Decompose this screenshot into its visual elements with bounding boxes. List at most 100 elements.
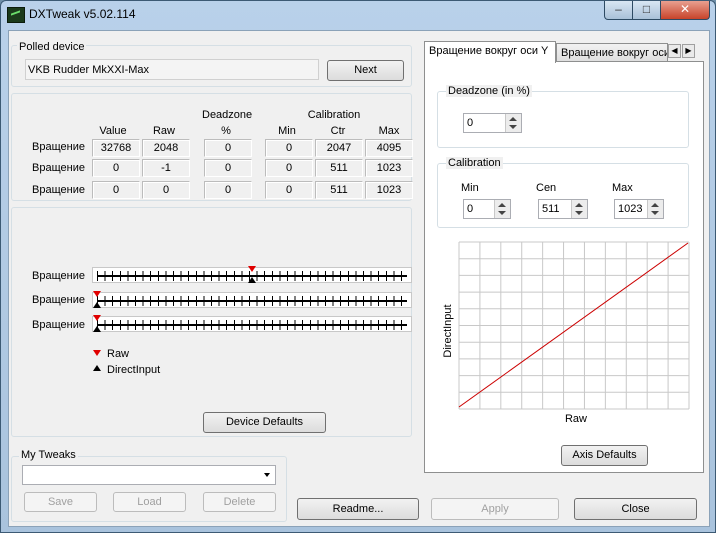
raw-marker — [248, 266, 256, 272]
value-header: Value — [99, 125, 127, 137]
deadzone-header: Deadzone — [202, 109, 253, 121]
directinput-marker — [93, 326, 101, 332]
deadzone-value: 0 — [467, 117, 474, 129]
row-label: Вращение — [32, 162, 85, 174]
tweaks-dropdown[interactable] — [22, 465, 276, 485]
ctr-cell: 2047 — [315, 139, 363, 157]
cen-value: 511 — [542, 203, 560, 215]
max-spinner[interactable]: 1023 — [614, 199, 664, 219]
spin-up-icon — [509, 117, 517, 121]
minimize-button[interactable]: – — [604, 1, 633, 20]
ctr-cell: 511 — [315, 181, 363, 199]
tab-axis-1[interactable]: Вращение вокруг оси Y — [424, 41, 556, 63]
value-cell: 32768 — [92, 139, 140, 157]
max-value: 1023 — [618, 203, 643, 215]
maximize-icon: □ — [642, 2, 651, 16]
raw-legend-label: Raw — [107, 348, 130, 360]
min-label: Min — [461, 182, 479, 194]
raw-cell: 0 — [142, 181, 190, 199]
curve-y-label: DirectInput — [442, 304, 454, 357]
spin-down-icon — [498, 211, 506, 215]
tab-scroll-left-icon[interactable]: ◀ — [668, 44, 681, 58]
axis-slider[interactable] — [92, 266, 412, 283]
min-cell: 0 — [265, 159, 313, 177]
slider-label: Вращение — [32, 270, 85, 282]
calibration-header: Calibration — [307, 109, 361, 121]
min-value: 0 — [467, 203, 474, 215]
spin-down-icon — [575, 211, 583, 215]
raw-marker — [93, 315, 101, 321]
save-button[interactable]: Save — [24, 492, 97, 512]
window-title: DXTweak v5.02.114 — [29, 7, 136, 21]
max-cell: 4095 — [365, 139, 413, 157]
axis-slider[interactable] — [92, 291, 412, 308]
axis-slider[interactable] — [92, 315, 412, 332]
my-tweaks-label: My Tweaks — [19, 449, 78, 461]
spin-up-icon — [575, 203, 583, 207]
readme-button[interactable]: Readme... — [297, 498, 419, 520]
spinner-arrows[interactable] — [647, 200, 663, 218]
device-name: VKB Rudder MkXXI-Max — [28, 64, 150, 76]
slider-label: Вращение — [32, 294, 85, 306]
spin-up-icon — [498, 203, 506, 207]
chevron-down-icon — [264, 473, 270, 477]
raw-marker — [93, 291, 101, 297]
calibration-group-label: Calibration — [446, 157, 503, 169]
row-label: Вращение — [32, 184, 85, 196]
deadzone-cell: 0 — [204, 181, 252, 199]
minimize-icon: – — [615, 2, 622, 16]
min-spinner[interactable]: 0 — [463, 199, 511, 219]
delete-button[interactable]: Delete — [203, 492, 276, 512]
directinput-marker — [93, 302, 101, 308]
spinner-arrows[interactable] — [571, 200, 587, 218]
spinner-arrows[interactable] — [505, 114, 521, 132]
polled-device-label: Polled device — [17, 41, 87, 53]
title-bar[interactable]: DXTweak v5.02.114 – □ ✕ — [1, 1, 716, 29]
tab-axis-2[interactable]: Вращение вокруг оси — [556, 43, 668, 63]
device-defaults-button[interactable]: Device Defaults — [203, 412, 326, 433]
app-icon — [7, 7, 25, 23]
spin-down-icon — [509, 125, 517, 129]
max-cell: 1023 — [365, 159, 413, 177]
load-button[interactable]: Load — [113, 492, 186, 512]
deadzone-cell: 0 — [204, 159, 252, 177]
min-header: Min — [278, 125, 296, 137]
value-cell: 0 — [92, 181, 140, 199]
spinner-arrows[interactable] — [494, 200, 510, 218]
max-cell: 1023 — [365, 181, 413, 199]
value-cell: 0 — [92, 159, 140, 177]
close-window-button[interactable]: ✕ — [660, 1, 710, 20]
deadzone-cell: 0 — [204, 139, 252, 157]
max-label: Max — [612, 182, 633, 194]
cen-spinner[interactable]: 511 — [538, 199, 588, 219]
deadzone-spinner[interactable]: 0 — [463, 113, 522, 133]
close-icon: ✕ — [679, 2, 691, 16]
cen-label: Cen — [536, 182, 557, 194]
min-cell: 0 — [265, 139, 313, 157]
directinput-legend-icon — [93, 365, 101, 371]
spin-down-icon — [651, 211, 659, 215]
raw-header: Raw — [152, 125, 175, 137]
next-button[interactable]: Next — [327, 60, 404, 81]
spin-up-icon — [651, 203, 659, 207]
raw-cell: 2048 — [142, 139, 190, 157]
slider-label: Вращение — [32, 319, 85, 331]
deadzone-pct-header: % — [221, 125, 231, 137]
row-label: Вращение — [32, 141, 85, 153]
curve-x-label: Raw — [565, 413, 587, 425]
maximize-button[interactable]: □ — [632, 1, 661, 20]
client-area: Polled device VKB Rudder MkXXI-Max Next … — [8, 30, 710, 527]
slider-track — [97, 300, 407, 302]
max-header: Max — [378, 125, 400, 137]
min-cell: 0 — [265, 181, 313, 199]
device-name-field: VKB Rudder MkXXI-Max — [25, 59, 319, 80]
apply-button[interactable]: Apply — [431, 498, 559, 520]
tab-scroll-right-icon[interactable]: ▶ — [682, 44, 695, 58]
raw-legend-icon — [93, 350, 101, 356]
axis-defaults-button[interactable]: Axis Defaults — [561, 445, 648, 466]
ctr-header: Ctr — [330, 125, 346, 137]
directinput-legend-label: DirectInput — [107, 364, 161, 376]
close-button[interactable]: Close — [574, 498, 697, 520]
raw-cell: -1 — [142, 159, 190, 177]
main-window: DXTweak v5.02.114 – □ ✕ Polled device VK… — [0, 0, 716, 533]
